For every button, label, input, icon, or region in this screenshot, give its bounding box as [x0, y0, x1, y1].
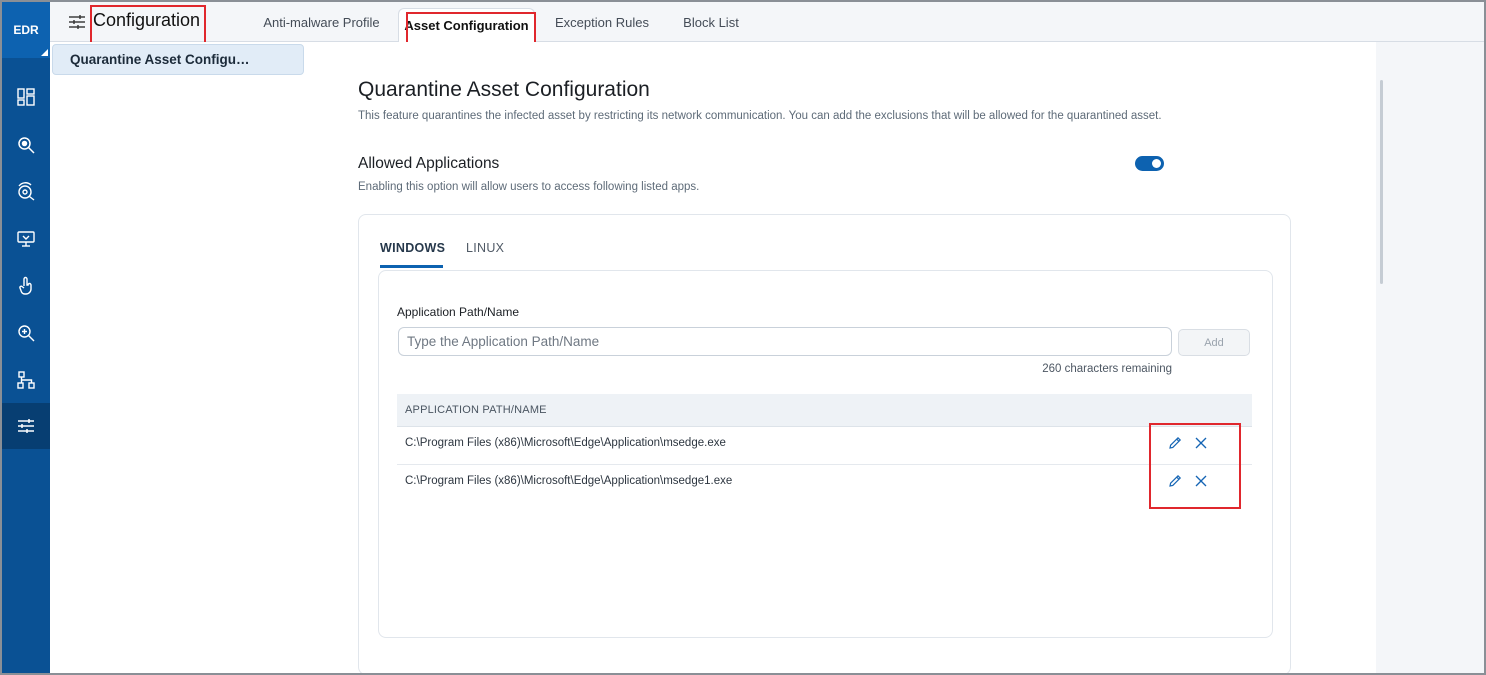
tab-exception-rules[interactable]: Exception Rules: [547, 2, 657, 42]
settings-sliders-icon[interactable]: [68, 13, 86, 31]
table-header: APPLICATION PATH/NAME: [397, 394, 1252, 427]
secondary-sidebar: Quarantine Asset Configu…: [50, 42, 320, 673]
add-button[interactable]: Add: [1178, 329, 1250, 356]
top-bar: Configuration Anti-malware Profile Asset…: [50, 2, 1484, 45]
brand-logo[interactable]: EDR: [2, 2, 50, 58]
threat-hunting-icon: [18, 325, 35, 342]
network-icon: [17, 371, 35, 389]
tab-windows[interactable]: WINDOWS: [380, 241, 445, 255]
threat-search-icon: [18, 137, 35, 154]
app-path-input[interactable]: [398, 327, 1172, 356]
rail-item-dashboard[interactable]: [2, 74, 50, 120]
table-row: C:\Program Files (x86)\Microsoft\Edge\Ap…: [397, 427, 1252, 465]
subnav-item-quarantine-asset[interactable]: Quarantine Asset Configu…: [52, 44, 304, 75]
section-title: Quarantine Asset Configuration: [358, 78, 650, 101]
pencil-icon: [1169, 474, 1182, 487]
edit-button[interactable]: [1167, 435, 1183, 451]
rail-item-configuration[interactable]: [2, 403, 50, 449]
assets-icon: [17, 231, 35, 247]
app-path-label: Application Path/Name: [397, 305, 520, 319]
response-icon: [19, 276, 32, 295]
app-path-cell: C:\Program Files (x86)\Microsoft\Edge\Ap…: [405, 475, 733, 487]
rail-item-threat-search[interactable]: [2, 122, 50, 168]
dashboard-icon: [17, 88, 35, 106]
characters-remaining: 260 characters remaining: [1042, 363, 1172, 375]
rail-item-investigate[interactable]: [2, 169, 50, 215]
close-icon: [1195, 437, 1207, 449]
applications-table: APPLICATION PATH/NAME C:\Program Files (…: [397, 394, 1252, 503]
edit-button[interactable]: [1167, 473, 1183, 489]
investigate-icon: [18, 182, 35, 201]
brand-label: EDR: [13, 23, 39, 37]
row-actions: [1167, 435, 1209, 451]
allowed-apps-title: Allowed Applications: [358, 155, 500, 172]
row-actions: [1167, 473, 1209, 489]
content-card: Quarantine Asset Configuration This feat…: [320, 42, 1376, 673]
configuration-icon: [18, 419, 34, 433]
allowed-apps-description: Enabling this option will allow users to…: [358, 181, 700, 193]
rail-item-response[interactable]: [2, 263, 50, 309]
allowed-apps-toggle[interactable]: [1135, 156, 1164, 171]
app-window: EDR Configuration Anti-malware Profile A…: [0, 0, 1486, 675]
main-content: Quarantine Asset Configuration This feat…: [320, 42, 1484, 673]
close-icon: [1195, 475, 1207, 487]
tab-block-list[interactable]: Block List: [672, 2, 750, 42]
corner-triangle-icon: [41, 49, 48, 56]
pencil-icon: [1169, 436, 1182, 449]
rail-item-assets[interactable]: [2, 216, 50, 262]
page-title: Configuration: [93, 10, 201, 30]
delete-button[interactable]: [1193, 473, 1209, 489]
rail-item-network[interactable]: [2, 357, 50, 403]
tab-asset-configuration[interactable]: Asset Configuration: [398, 8, 535, 43]
toggle-knob: [1152, 159, 1161, 168]
applications-panel: Application Path/Name Add 260 characters…: [378, 270, 1273, 638]
table-row: C:\Program Files (x86)\Microsoft\Edge\Ap…: [397, 465, 1252, 503]
vertical-scrollbar[interactable]: [1380, 80, 1383, 284]
tab-linux[interactable]: LINUX: [466, 241, 504, 255]
rail-item-threat-hunting[interactable]: [2, 310, 50, 356]
app-path-cell: C:\Program Files (x86)\Microsoft\Edge\Ap…: [405, 437, 726, 449]
active-tab-underline: [380, 265, 443, 268]
section-description: This feature quarantines the infected as…: [358, 110, 1162, 122]
delete-button[interactable]: [1193, 435, 1209, 451]
tab-anti-malware-profile[interactable]: Anti-malware Profile: [250, 2, 393, 42]
os-panel: WINDOWS LINUX Application Path/Name Add …: [358, 214, 1291, 673]
left-rail: EDR: [2, 2, 50, 673]
